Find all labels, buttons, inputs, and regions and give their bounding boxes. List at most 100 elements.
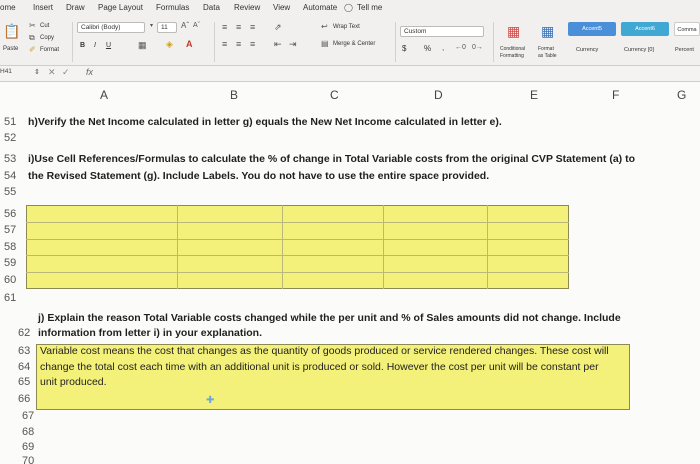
merge-center-button[interactable]: Merge & Center (333, 41, 375, 47)
row-number[interactable]: 55 (4, 186, 16, 198)
font-name-select[interactable]: Calibri (Body) (77, 22, 145, 33)
column-header-b[interactable]: B (230, 88, 238, 102)
scissors-icon[interactable]: ✂ (29, 22, 36, 30)
style-currency-0[interactable]: Currency [0] (624, 47, 654, 53)
align-left-icon[interactable]: ≡ (222, 40, 227, 49)
tab-data[interactable]: Data (203, 3, 220, 12)
instruction-j-line1[interactable]: j) Explain the reason Total Variable cos… (38, 312, 621, 324)
row-number[interactable]: 69 (22, 441, 34, 453)
copy-icon[interactable]: ⧉ (29, 34, 35, 42)
paste-label[interactable]: Paste (3, 46, 18, 52)
style-comma[interactable]: Comma (674, 22, 700, 36)
italic-button[interactable]: I (94, 42, 96, 49)
number-format-select[interactable]: Custom (400, 26, 484, 37)
row-number[interactable]: 59 (4, 257, 16, 269)
row-number[interactable]: 68 (22, 426, 34, 438)
row-number[interactable]: 56 (4, 208, 16, 220)
font-color-icon[interactable]: A (186, 40, 193, 49)
instruction-i-line1[interactable]: i)Use Cell References/Formulas to calcul… (28, 153, 635, 165)
worksheet-grid[interactable]: A B C D E F G 51 h)Verify the Net Income… (0, 82, 700, 464)
row-number[interactable]: 51 (4, 116, 16, 128)
column-header-d[interactable]: D (434, 88, 443, 102)
row-number[interactable]: 62 (18, 327, 30, 339)
row-number[interactable]: 53 (4, 153, 16, 165)
tab-insert[interactable]: Insert (33, 3, 53, 12)
instruction-j-line2[interactable]: information from letter i) in your expla… (38, 327, 262, 339)
tell-me-search[interactable]: Tell me (357, 3, 382, 12)
row-number[interactable]: 60 (4, 274, 16, 286)
row-number[interactable]: 52 (4, 132, 16, 144)
tab-view[interactable]: View (273, 3, 290, 12)
row-number[interactable]: 70 (22, 455, 34, 464)
align-center-icon[interactable]: ≡ (236, 40, 241, 49)
function-icon[interactable]: fx (86, 67, 93, 77)
font-size-select[interactable]: 11 (157, 22, 177, 33)
style-accent5[interactable]: Accent5 (568, 22, 616, 36)
row-number[interactable]: 54 (4, 170, 16, 182)
format-painter-icon[interactable]: ✐ (29, 46, 36, 54)
column-header-e[interactable]: E (530, 88, 538, 102)
increase-indent-icon[interactable]: ⇥ (289, 40, 297, 49)
align-right-icon[interactable]: ≡ (250, 40, 255, 49)
column-header-c[interactable]: C (330, 88, 339, 102)
name-box[interactable]: H41 (0, 68, 12, 75)
row-number[interactable]: 58 (4, 241, 16, 253)
comma-style-icon[interactable]: , (442, 44, 444, 52)
paste-icon[interactable]: 📋 (3, 24, 20, 38)
row-number[interactable]: 65 (18, 376, 30, 388)
instruction-i-line2[interactable]: the Revised Statement (g). Include Label… (28, 170, 489, 182)
tab-draw[interactable]: Draw (66, 3, 85, 12)
format-as-table-icon[interactable]: ▦ (541, 24, 554, 38)
copy-button[interactable]: Copy (40, 35, 54, 41)
borders-icon[interactable]: ▦ (138, 41, 147, 50)
answer-text-line3[interactable]: unit produced. (40, 376, 107, 388)
row-number[interactable]: 63 (18, 345, 30, 357)
conditional-formatting-label-1[interactable]: Conditional (500, 46, 525, 52)
fill-color-icon[interactable]: ◈ (166, 40, 173, 49)
tab-automate[interactable]: Automate (303, 3, 337, 12)
answer-text-line2[interactable]: change the total cost each time with an … (40, 361, 599, 373)
row-number[interactable]: 66 (18, 393, 30, 405)
format-as-table-label-1[interactable]: Format (538, 46, 554, 52)
style-currency[interactable]: Currency (576, 47, 598, 53)
check-icon[interactable]: ✓ (62, 68, 70, 77)
row-number[interactable]: 64 (18, 361, 30, 373)
chevron-down-icon[interactable]: ▾ (150, 23, 153, 29)
column-header-a[interactable]: A (100, 88, 108, 102)
bold-button[interactable]: B (80, 42, 85, 49)
percent-button[interactable]: % (424, 44, 431, 53)
decrease-decimal-icon[interactable]: 0→ (472, 44, 483, 51)
underline-button[interactable]: U (106, 42, 111, 49)
tab-review[interactable]: Review (234, 3, 260, 12)
tab-formulas[interactable]: Formulas (156, 3, 189, 12)
row-number[interactable]: 57 (4, 224, 16, 236)
style-accent6[interactable]: Accent6 (621, 22, 669, 36)
conditional-formatting-label-2[interactable]: Formatting (500, 53, 524, 59)
column-header-f[interactable]: F (612, 88, 619, 102)
align-bottom-icon[interactable]: ≡ (250, 23, 255, 32)
increase-font-icon[interactable]: Aˆ (181, 22, 189, 30)
align-middle-icon[interactable]: ≡ (236, 23, 241, 32)
row-number[interactable]: 67 (22, 410, 34, 422)
currency-button[interactable]: $ (402, 44, 406, 53)
row-number[interactable]: 61 (4, 292, 16, 304)
wrap-text-button[interactable]: Wrap Text (333, 24, 360, 30)
conditional-formatting-icon[interactable]: ▦ (507, 24, 520, 38)
expand-namebox-icon[interactable]: ⇕ (34, 69, 40, 76)
instruction-h[interactable]: h)Verify the Net Income calculated in le… (28, 116, 502, 128)
decrease-font-icon[interactable]: Aˇ (193, 22, 200, 29)
style-percent[interactable]: Percent (675, 47, 694, 53)
wrap-text-icon[interactable]: ↩ (321, 23, 328, 31)
cut-button[interactable]: Cut (40, 23, 49, 29)
column-header-g[interactable]: G (677, 88, 686, 102)
align-top-icon[interactable]: ≡ (222, 23, 227, 32)
tab-page-layout[interactable]: Page Layout (98, 3, 143, 12)
answer-text-line1[interactable]: Variable cost means the cost that change… (40, 345, 609, 357)
increase-decimal-icon[interactable]: ←0 (455, 44, 466, 51)
merge-icon[interactable]: ▤ (321, 40, 329, 48)
orientation-icon[interactable]: ⇗ (274, 23, 282, 32)
tab-home[interactable]: ome (0, 3, 16, 12)
format-as-table-label-2[interactable]: as Table (538, 53, 557, 59)
cancel-icon[interactable]: ✕ (48, 68, 56, 77)
decrease-indent-icon[interactable]: ⇤ (274, 40, 282, 49)
